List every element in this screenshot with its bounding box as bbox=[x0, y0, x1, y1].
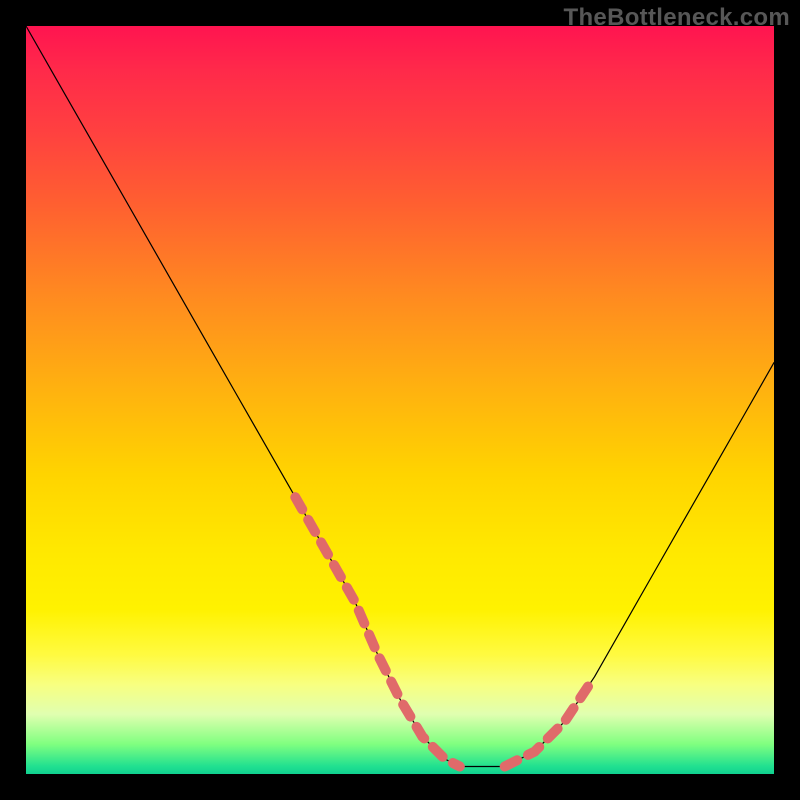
chart-frame: TheBottleneck.com bbox=[0, 0, 800, 800]
plot-area bbox=[26, 26, 774, 774]
bottleneck-curve bbox=[26, 26, 774, 767]
highlight-left-dashed bbox=[295, 497, 460, 766]
chart-svg bbox=[26, 26, 774, 774]
highlight-right-dashed bbox=[505, 677, 595, 767]
